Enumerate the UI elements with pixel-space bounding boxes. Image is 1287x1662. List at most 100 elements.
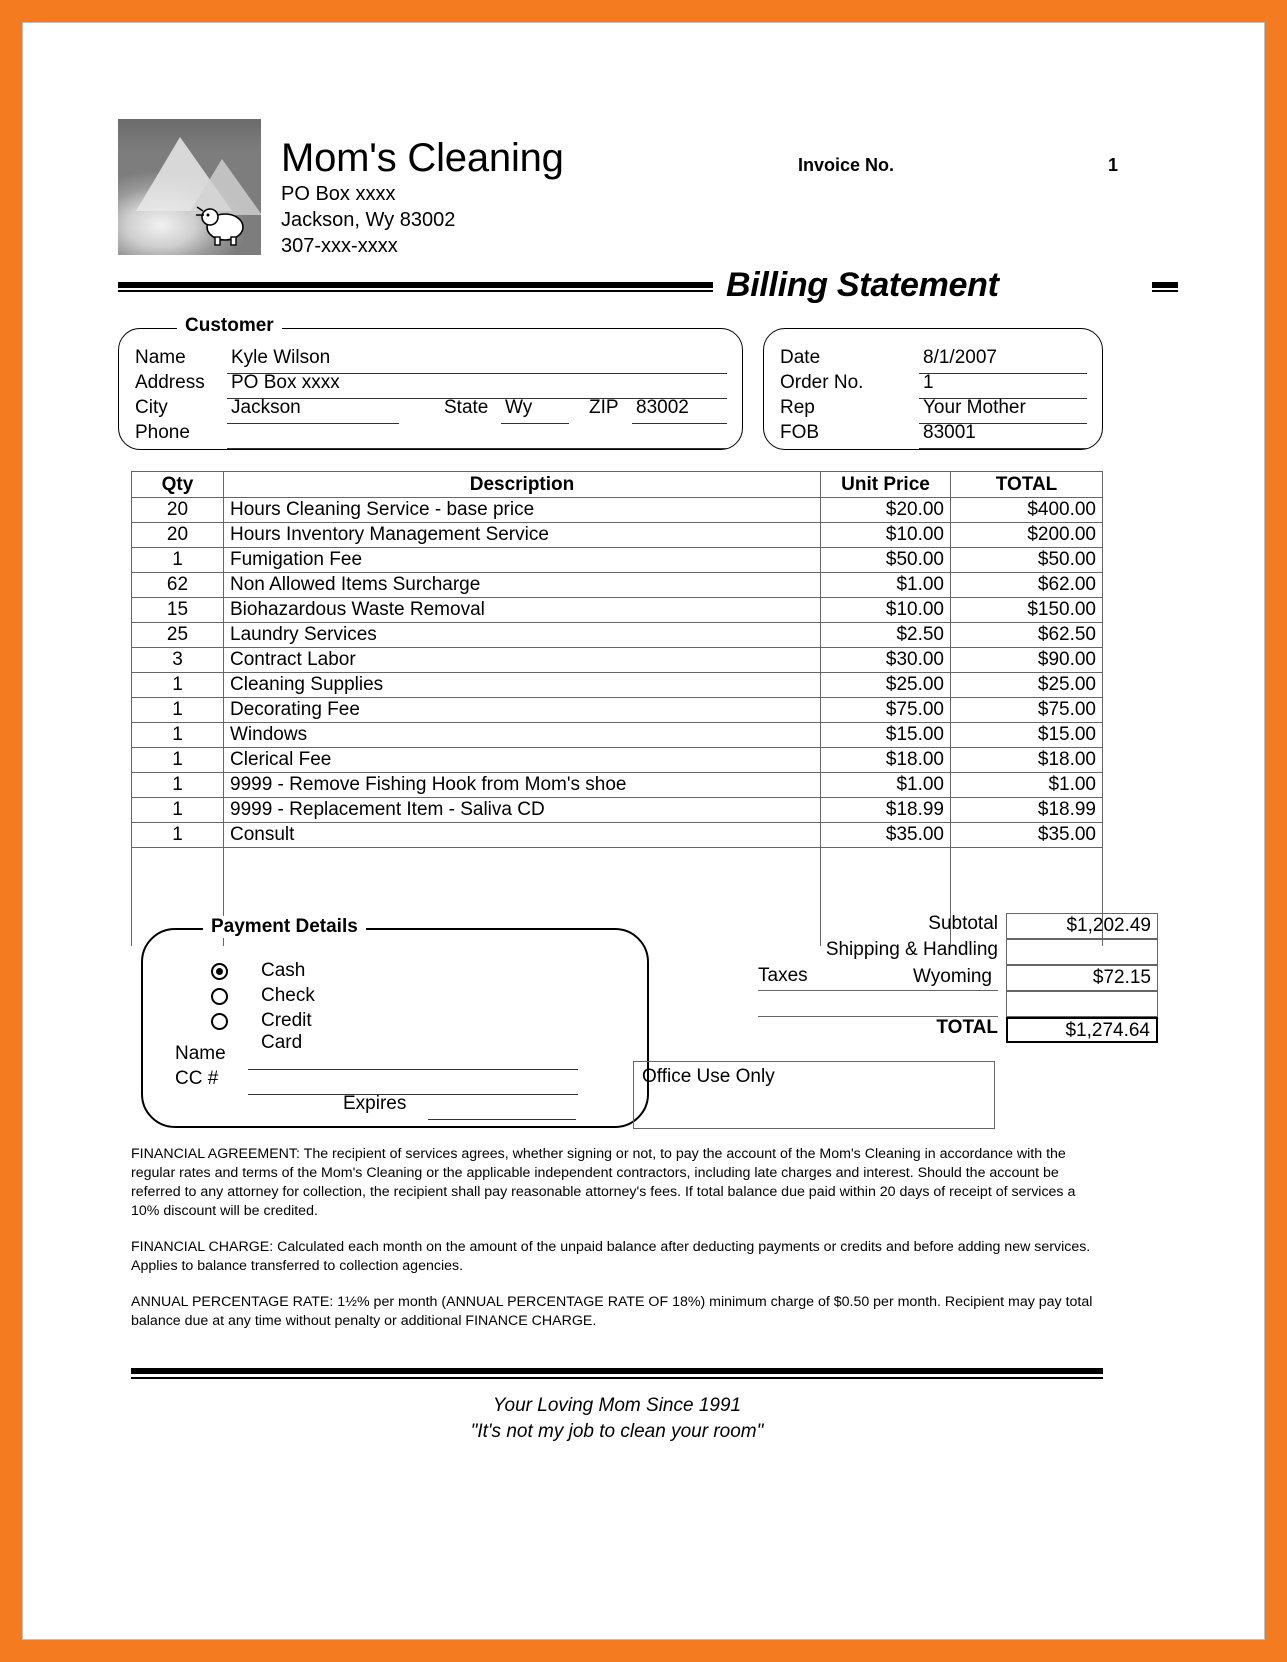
cell-qty: 15 [131,597,224,623]
customer-zip-value[interactable]: 83002 [636,397,689,419]
table-row: 20 Hours Inventory Management Service $10.… [131,522,1103,548]
office-use-only-box[interactable]: Office Use Only [633,1061,995,1129]
table-row: 3 Contract Labor $30.00 $90.00 [131,647,1103,673]
invoice-sheet: Mom's Cleaning PO Box xxxx Jackson, Wy 8… [23,23,1266,1641]
cell-total: $25.00 [950,672,1103,698]
legal-financial-charge: FINANCIAL CHARGE: Calculated each month … [131,1239,1091,1274]
payment-expires-label: Expires [343,1093,407,1114]
cell-total: $62.00 [950,572,1103,598]
grand-total-row: TOTAL $1,274.64 [758,1017,1158,1043]
cell-total: $15.00 [950,722,1103,748]
table-row-empty [131,872,1103,897]
order-date-value[interactable]: 8/1/2007 [923,347,997,369]
radio-check-icon[interactable] [211,988,228,1005]
customer-address-value[interactable]: PO Box xxxx [231,372,340,394]
order-rep-value[interactable]: Your Mother [923,397,1026,419]
order-fob-value[interactable]: 83001 [923,422,976,444]
cell-description: Biohazardous Waste Removal [223,597,821,623]
col-header-unit-price: Unit Price [820,471,951,498]
line-items-body: 20 Hours Cleaning Service - base price $20… [131,497,1103,946]
payment-expires-rule [428,1119,576,1120]
cell-description: Fumigation Fee [223,547,821,573]
cell-unit_price: $25.00 [820,672,951,698]
customer-state-value[interactable]: Wy [505,397,532,419]
document-title: Billing Statement [726,266,999,304]
radio-credit-card-icon[interactable] [211,1013,228,1030]
payment-name-label: Name [175,1043,226,1064]
cell-empty [131,872,224,897]
cell-unit_price: $2.50 [820,622,951,648]
order-no-value[interactable]: 1 [923,372,934,394]
company-address-line2: Jackson, Wy 83002 [281,209,456,231]
cell-total: $200.00 [950,522,1103,548]
cell-qty: 1 [131,797,224,823]
sheep-icon [196,206,244,246]
invoice-no-value: 1 [1107,155,1118,175]
cell-empty [950,872,1103,897]
cell-description: Windows [223,722,821,748]
table-row: 1 Windows $15.00 $15.00 [131,722,1103,748]
cell-description: Non Allowed Items Surcharge [223,572,821,598]
cell-description: Clerical Fee [223,747,821,773]
customer-name-value[interactable]: Kyle Wilson [231,347,330,369]
cell-qty: 1 [131,747,224,773]
customer-address-label: Address [135,372,205,393]
company-address-line1: PO Box xxxx [281,183,396,205]
cell-description: Cleaning Supplies [223,672,821,698]
cell-qty: 62 [131,572,224,598]
order-rep-label: Rep [780,397,815,418]
taxes-state-value[interactable]: Wyoming [758,965,998,991]
footer-line-2: "It's not my job to clean your room" [470,1421,764,1442]
table-row: 1 Decorating Fee $75.00 $75.00 [131,697,1103,723]
cell-qty: 1 [131,722,224,748]
other-value[interactable] [1006,991,1158,1017]
customer-state-rule [501,423,569,424]
order-fob-rule [919,448,1087,449]
cell-total: $35.00 [950,822,1103,848]
table-row: 1 Clerical Fee $18.00 $18.00 [131,747,1103,773]
other-row [758,991,1158,1017]
order-fob-label: FOB [780,422,820,443]
customer-legend: Customer [177,315,282,337]
customer-name-label: Name [135,347,186,368]
office-use-only-label: Office Use Only [642,1066,775,1087]
customer-city-rule [227,423,399,424]
billing-statement-bar: Billing Statement [118,266,1178,312]
cell-unit_price: $15.00 [820,722,951,748]
cell-empty [820,872,951,897]
cell-description: Contract Labor [223,647,821,673]
customer-city-value[interactable]: Jackson [231,397,301,419]
cell-qty: 20 [131,497,224,523]
payment-option-cash-label: Cash [261,960,306,981]
customer-info-box: Customer Name Kyle Wilson Address PO Box… [118,315,743,450]
legal-terms: FINANCIAL AGREEMENT: The recipient of se… [131,1145,1103,1348]
cell-qty: 3 [131,647,224,673]
payment-details-box: Payment Details Cash Check Credit Card N… [141,916,649,1128]
payment-option-credit-card-label: Credit Card [261,1010,312,1053]
cell-unit_price: $10.00 [820,597,951,623]
taxes-row: Taxes Wyoming $72.15 [758,965,1158,991]
grand-total-label: TOTAL [936,1017,998,1038]
cell-unit_price: $30.00 [820,647,951,673]
shipping-label: Shipping & Handling [825,939,998,960]
table-header-row: Qty Description Unit Price TOTAL [131,471,1103,498]
cell-empty [223,872,821,897]
cell-unit_price: $75.00 [820,697,951,723]
cell-qty: 1 [131,697,224,723]
shipping-value[interactable] [1006,939,1158,965]
cell-unit_price: $50.00 [820,547,951,573]
table-row: 62 Non Allowed Items Surcharge $1.00 $62.00 [131,572,1103,598]
col-header-total: TOTAL [950,471,1103,498]
table-row: 1 9999 - Remove Fishing Hook from Mom's s… [131,772,1103,798]
table-row: 20 Hours Cleaning Service - base price $20… [131,497,1103,523]
cell-description: Consult [223,822,821,848]
cell-total: $18.00 [950,747,1103,773]
cell-empty [131,847,224,873]
radio-cash-icon[interactable] [211,963,228,980]
order-date-rule [919,373,1087,374]
order-date-label: Date [780,347,821,368]
rule-left [118,282,713,292]
table-row: 1 Consult $35.00 $35.00 [131,822,1103,848]
subtotal-row: Subtotal $1,202.49 [758,913,1158,939]
cell-total: $1.00 [950,772,1103,798]
